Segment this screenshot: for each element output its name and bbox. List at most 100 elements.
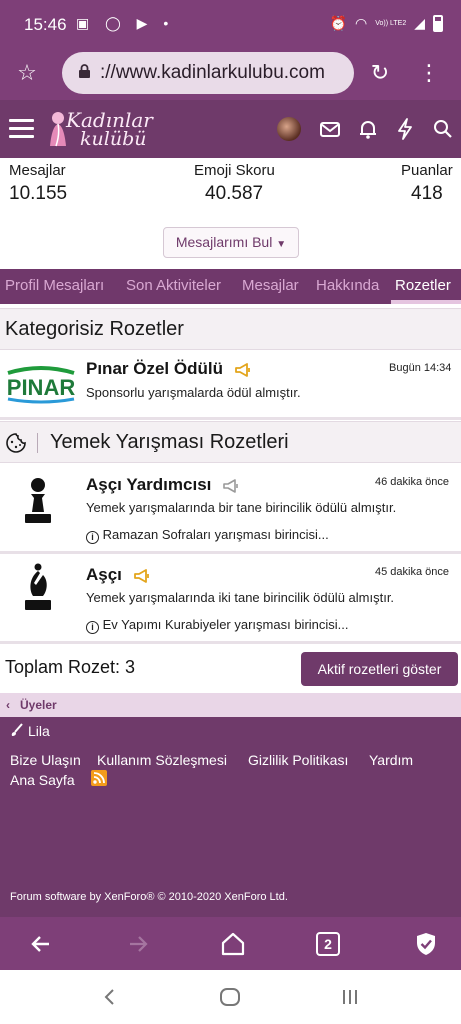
emoji-score-label: Emoji Skoru	[194, 162, 275, 179]
system-icons: ⏰ ◠ Vo)) LTE2 ◢	[330, 15, 443, 32]
badge-note[interactable]: i Ev Yapımı Kurabiyeler yarışması birinc…	[86, 617, 349, 634]
menu-dots-icon[interactable]: ⋮	[416, 60, 442, 86]
copyright-text[interactable]: Forum software by XenForo® © 2010-2020 X…	[10, 891, 288, 903]
reload-icon[interactable]: ↻	[367, 60, 393, 86]
points-label: Puanlar	[401, 162, 453, 179]
badge-description: Yemek yarışmalarında iki tane birincilik…	[86, 590, 395, 605]
tab-switcher-icon[interactable]: 2	[316, 932, 340, 956]
envelope-icon[interactable]	[317, 116, 343, 142]
battery-icon	[433, 15, 443, 32]
site-footer: Lila Bize Ulaşın Kullanım Sözleşmesi Giz…	[0, 717, 461, 917]
tab-profile-posts[interactable]: Profil Mesajları	[5, 277, 104, 294]
find-messages-button[interactable]: Mesajlarımı Bul ▼	[163, 227, 299, 258]
badge-note-text: Ramazan Sofraları yarışması birincisi...	[102, 527, 329, 542]
section-title: Kategorisiz Rozetler	[5, 318, 184, 340]
emoji-score-value: 40.587	[205, 183, 264, 204]
badge-description: Sponsorlu yarışmalarda ödül almıştır.	[86, 385, 301, 400]
badge-time: 45 dakika önce	[375, 566, 449, 578]
chevron-left-icon: ‹	[6, 698, 10, 712]
show-active-trophies-button[interactable]: Aktif rozetleri göster	[301, 652, 458, 686]
browser-toolbar: ☆ ://www.kadinlarkulubu.com ↻ ⋮	[0, 48, 461, 100]
system-back-icon[interactable]	[100, 987, 120, 1007]
style-chooser-link[interactable]: Lila	[28, 723, 50, 739]
system-home-icon[interactable]	[219, 987, 241, 1007]
section-title: Yemek Yarışması Rozetleri	[50, 431, 289, 453]
system-recents-icon[interactable]	[340, 987, 360, 1007]
wifi-icon: ◠	[355, 15, 368, 31]
messages-value[interactable]: 10.155	[9, 183, 67, 205]
status-bar: 15:46 ▣ ◯ ▶ • ⏰ ◠ Vo)) LTE2 ◢	[0, 0, 461, 48]
url-text: ://www.kadinlarkulubu.com	[100, 62, 325, 83]
back-arrow-icon[interactable]	[27, 930, 55, 958]
megaphone-icon	[133, 568, 149, 583]
site-logo[interactable]: Kadınlar kulübü	[46, 106, 156, 152]
bookmark-star-icon[interactable]: ☆	[14, 60, 40, 86]
badge-time: Bugün 14:34	[389, 362, 452, 374]
avatar[interactable]	[277, 117, 301, 141]
browser-bottom-bar: 2	[0, 917, 461, 970]
info-icon: i	[86, 621, 99, 634]
site-header: Kadınlar kulübü	[0, 100, 461, 158]
tab-postings[interactable]: Mesajlar	[242, 277, 299, 294]
search-icon[interactable]	[430, 116, 456, 142]
privacy-link[interactable]: Gizlilik Politikası	[248, 752, 348, 768]
divider	[0, 551, 461, 554]
home-icon[interactable]	[219, 930, 247, 958]
breadcrumb-link[interactable]: Üyeler	[20, 698, 57, 712]
badge-title[interactable]: Pınar Özel Ödülü	[86, 359, 252, 379]
caret-down-icon: ▼	[276, 239, 287, 250]
divider	[0, 641, 461, 644]
paint-brush-icon	[11, 723, 23, 736]
help-link[interactable]: Yardım	[369, 752, 413, 768]
section-header-cooking: Yemek Yarışması Rozetleri	[0, 421, 461, 463]
badge-title[interactable]: Aşçı Yardımcısı	[86, 475, 240, 495]
section-header-uncategorized: Kategorisiz Rozetler	[0, 308, 461, 350]
messages-label: Mesajlar	[9, 162, 66, 179]
breadcrumb[interactable]: ‹ Üyeler	[0, 693, 461, 717]
tab-about[interactable]: Hakkında	[316, 277, 379, 294]
badge-title-text: Aşçı Yardımcısı	[86, 475, 212, 494]
divider	[0, 417, 461, 420]
signal-icon: ◢	[414, 15, 425, 31]
chess-pawn-icon	[25, 478, 51, 523]
cookie-icon	[6, 433, 26, 453]
clock: 15:46	[24, 15, 67, 34]
find-messages-label: Mesajlarımı Bul	[175, 234, 273, 250]
notification-icons: ▣ ◯ ▶ •	[76, 15, 175, 31]
forward-arrow-icon[interactable]	[124, 930, 152, 958]
divider	[37, 433, 38, 453]
contact-link[interactable]: Bize Ulaşın	[10, 752, 81, 768]
megaphone-icon	[223, 478, 238, 493]
address-bar[interactable]: ://www.kadinlarkulubu.com	[62, 52, 354, 94]
badge-time: 46 dakika önce	[375, 476, 449, 488]
bolt-icon[interactable]	[392, 116, 418, 142]
terms-link[interactable]: Kullanım Sözleşmesi	[97, 752, 227, 768]
points-value[interactable]: 418	[411, 183, 443, 205]
badge-title[interactable]: Aşçı	[86, 565, 151, 585]
badge-note[interactable]: i Ramazan Sofraları yarışması birincisi.…	[86, 527, 329, 544]
info-icon: i	[86, 531, 99, 544]
badge-note-text: Ev Yapımı Kurabiyeler yarışması birincis…	[102, 617, 349, 632]
badge-description: Yemek yarışmalarında bir tane birincilik…	[86, 500, 397, 515]
network-label: Vo)) LTE2	[375, 19, 407, 27]
lock-icon	[79, 64, 90, 78]
chess-bishop-icon	[25, 563, 51, 610]
badge-title-text: Aşçı	[86, 565, 122, 584]
megaphone-icon	[234, 362, 250, 377]
shield-check-icon[interactable]	[412, 930, 440, 958]
pinar-logo-icon: PINAR	[7, 366, 76, 404]
logo-text-line2: kulübü	[80, 128, 147, 150]
profile-tabs: Profil Mesajları Son Aktiviteler Mesajla…	[0, 269, 461, 304]
tab-trophies[interactable]: Rozetler	[395, 277, 451, 294]
pinar-logo-text: PINAR	[7, 375, 76, 400]
active-tab-indicator	[391, 300, 461, 304]
hamburger-menu-icon[interactable]	[9, 119, 34, 139]
alarm-icon: ⏰	[329, 15, 347, 31]
tab-latest-activity[interactable]: Son Aktiviteler	[126, 277, 221, 294]
system-navigation-bar	[0, 970, 461, 1024]
rss-icon[interactable]	[91, 770, 107, 786]
badge-title-text: Pınar Özel Ödülü	[86, 359, 223, 378]
total-trophies: Toplam Rozet: 3	[5, 657, 136, 677]
home-link[interactable]: Ana Sayfa	[10, 772, 75, 788]
bell-icon[interactable]	[355, 116, 381, 142]
